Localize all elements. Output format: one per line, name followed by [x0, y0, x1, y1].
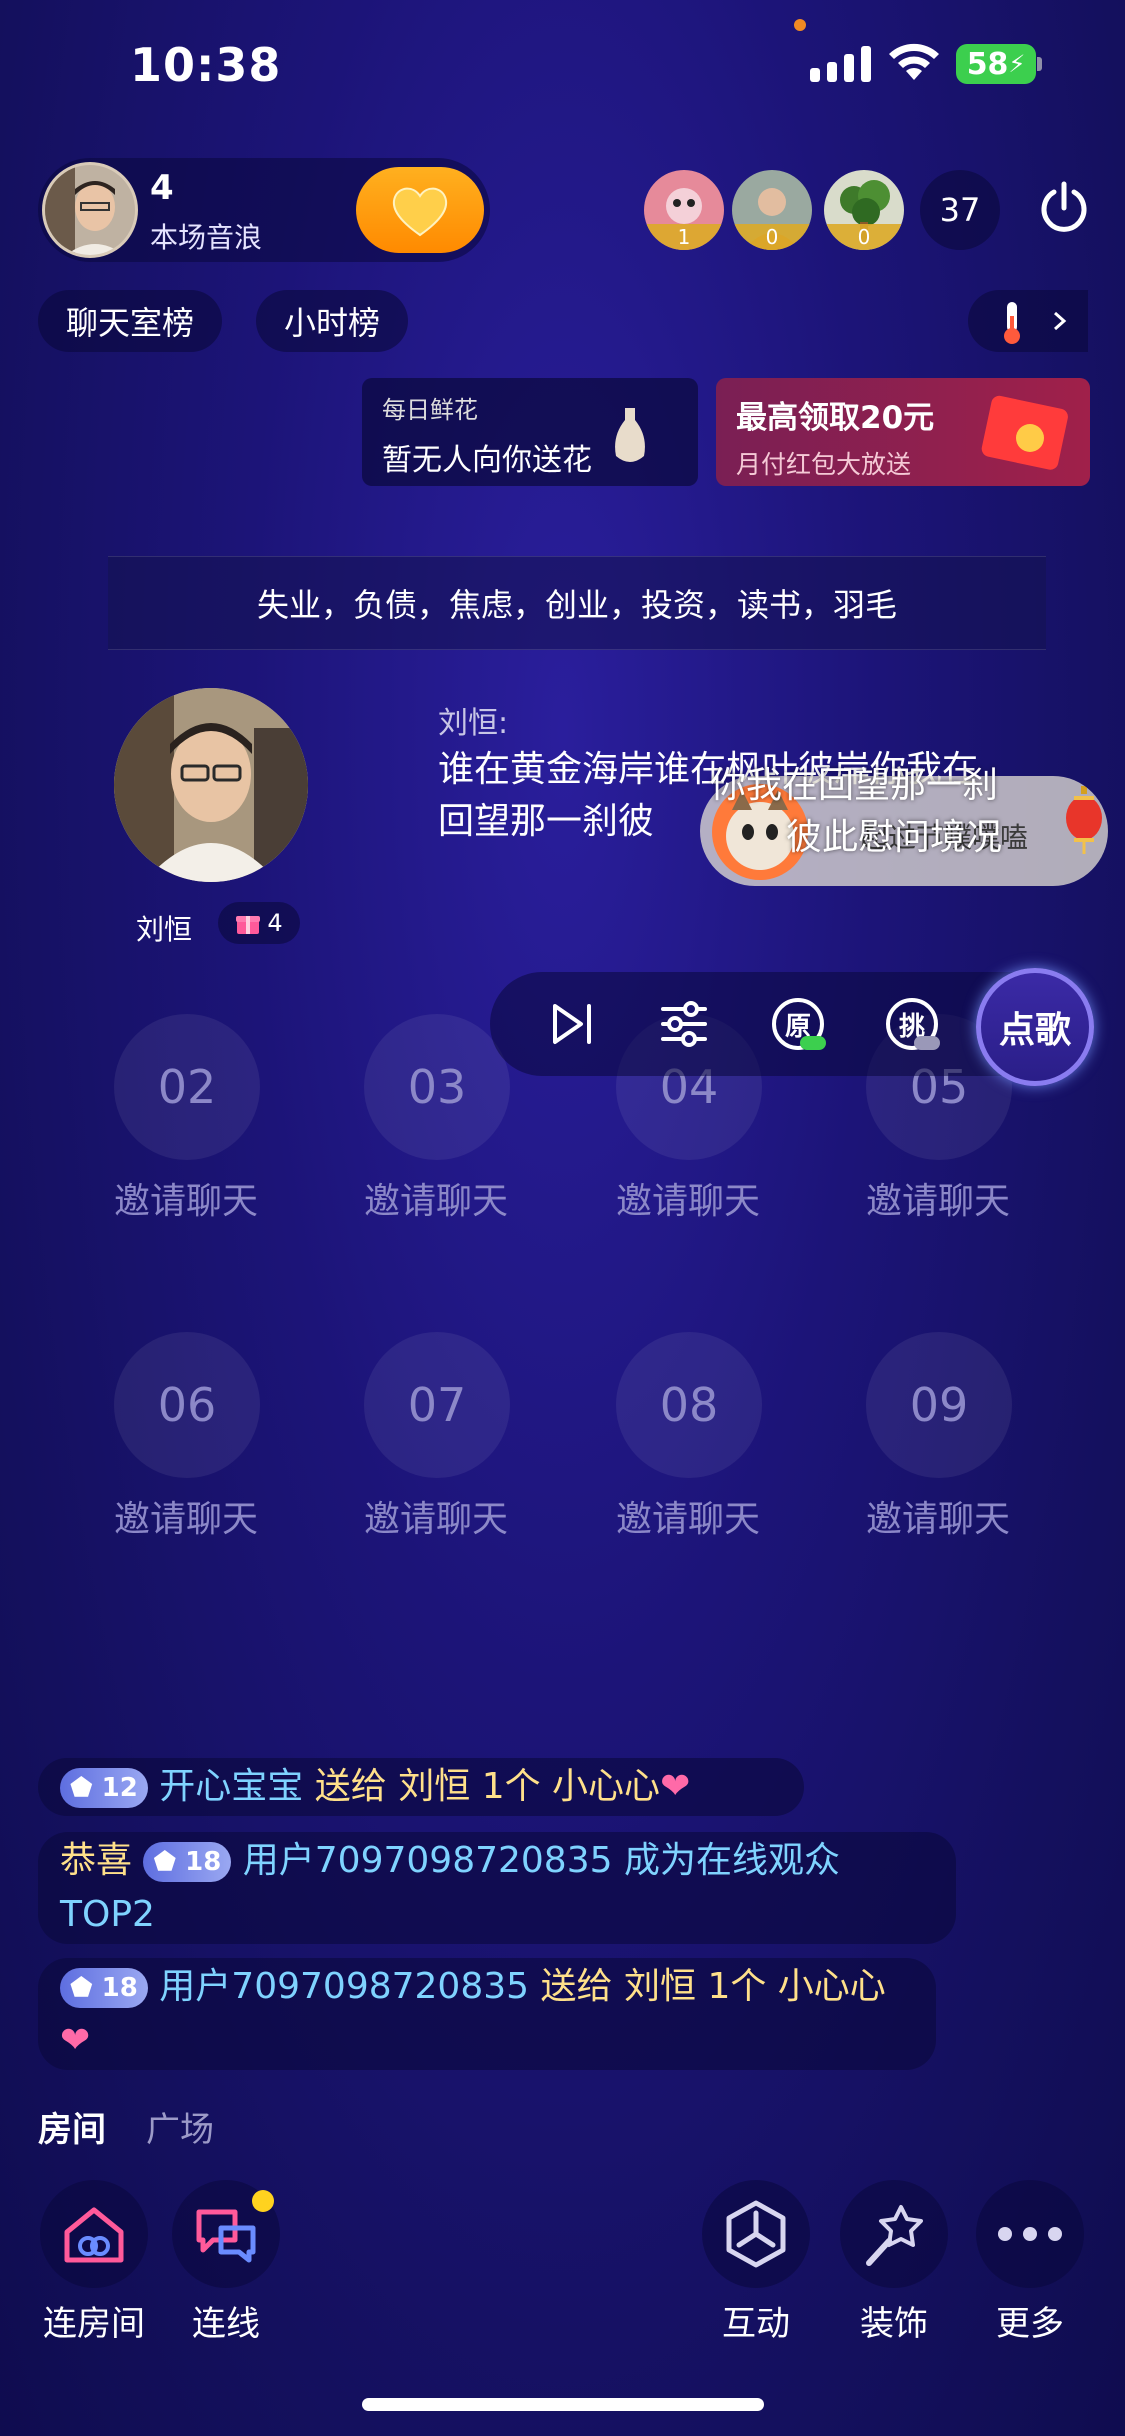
chat-message[interactable]: ⬟ 18 用户7097098720835 送给 刘恒 1个 小心心 ❤: [38, 1958, 936, 2070]
seat-03-label[interactable]: 邀请聊天: [336, 1172, 536, 1224]
cellular-signal-icon: [810, 42, 871, 82]
lantern-icon: [1066, 786, 1102, 854]
skip-next-icon: [553, 1004, 591, 1044]
viewer-rank-badge: 0: [824, 224, 904, 250]
message-username[interactable]: 用户7097098720835: [243, 1840, 613, 1881]
original-vocal-toggle[interactable]: 原: [770, 996, 826, 1052]
follow-heart-button[interactable]: [356, 167, 484, 253]
connect-line-label: 连线: [192, 2304, 260, 2344]
seat-08-label[interactable]: 邀请聊天: [588, 1490, 788, 1542]
connect-room-label: 连房间: [43, 2304, 145, 2344]
heart-gift-icon: ❤: [60, 2020, 91, 2061]
chat-room-rank-chip[interactable]: 聊天室榜: [38, 290, 223, 352]
daily-flower-card[interactable]: 每日鲜花 暂无人向你送花: [362, 378, 698, 486]
room-topic-bar: 失业，负债，焦虑，创业，投资，读书，羽毛: [108, 556, 1046, 650]
interact-button[interactable]: [702, 2180, 810, 2288]
decorate-label: 装饰: [860, 2304, 928, 2344]
battery-cap: [1037, 57, 1042, 71]
red-packet-card[interactable]: 最高领取20元 月付红包大放送: [716, 378, 1090, 486]
seat-05-label[interactable]: 邀请聊天: [838, 1172, 1038, 1224]
hexagon-icon: [726, 2200, 786, 2268]
more-button[interactable]: [976, 2180, 1084, 2288]
chat-message[interactable]: ⬟ 12 开心宝宝 送给 刘恒 1个 小心心❤: [38, 1758, 804, 1816]
seat-03[interactable]: 03: [364, 1014, 510, 1160]
seat-06-label[interactable]: 邀请聊天: [86, 1490, 286, 1542]
message-target: 刘恒: [623, 1966, 696, 2007]
tab-room[interactable]: 房间: [38, 2102, 106, 2151]
heat-meter-chip[interactable]: [968, 290, 1088, 352]
singer-gift-count: 4: [267, 909, 283, 937]
host-avatar[interactable]: [42, 162, 138, 258]
user-level-badge: ⬟ 18: [143, 1842, 232, 1882]
message-gift: 1个 小心心: [707, 1966, 886, 2007]
thermometer-icon: [1004, 302, 1020, 344]
chat-message[interactable]: 恭喜 ⬟ 18 用户7097098720835 成为在线观众TOP2: [38, 1832, 956, 1944]
privacy-indicator-dot: [794, 19, 806, 31]
heart-gift-icon: ❤: [660, 1766, 691, 1807]
message-action: 送给: [314, 1766, 387, 1807]
message-gift: 1个 小心心: [481, 1766, 661, 1807]
interact-label: 互动: [722, 2304, 790, 2344]
seat-09-label[interactable]: 邀请聊天: [838, 1490, 1038, 1542]
viewer-rank-badge: 1: [644, 224, 724, 250]
viewer-rank-badge: 0: [732, 224, 812, 250]
message-prefix: 恭喜: [60, 1840, 133, 1881]
tab-square[interactable]: 广场: [146, 2102, 214, 2151]
chevron-right-icon: [1054, 311, 1067, 331]
gift-icon: [236, 916, 261, 934]
connect-room-button[interactable]: [40, 2180, 148, 2288]
seat-02[interactable]: 02: [114, 1014, 260, 1160]
pendant-lyric-text: 你我在回望那一刹 彼此慰问境况: [710, 765, 1003, 858]
pick-song-toggle[interactable]: 挑: [884, 996, 940, 1052]
hourly-rank-chip[interactable]: 小时榜: [256, 290, 409, 352]
viewer-count[interactable]: 37: [920, 170, 1000, 250]
toggle-off-indicator: [914, 1036, 940, 1050]
more-label: 更多: [996, 2304, 1064, 2344]
toggle-on-indicator: [800, 1036, 826, 1050]
seat-08[interactable]: 08: [616, 1332, 762, 1478]
user-level-badge: ⬟ 12: [60, 1768, 148, 1808]
singer-name: 刘恒: [136, 913, 193, 946]
sliders-icon: [661, 1001, 707, 1047]
notification-dot: [252, 2190, 274, 2212]
message-username[interactable]: 用户7097098720835: [159, 1966, 529, 2007]
wifi-icon: [889, 43, 939, 80]
user-level-badge: ⬟ 18: [60, 1968, 148, 2008]
seat-07[interactable]: 07: [364, 1332, 510, 1478]
next-song-button[interactable]: [544, 996, 600, 1052]
sound-settings-button[interactable]: [656, 996, 712, 1052]
battery-indicator: 58 ⚡: [956, 44, 1036, 84]
seat-06[interactable]: 06: [114, 1332, 260, 1478]
chat-bubbles-icon: [196, 2209, 256, 2263]
seat-07-label[interactable]: 邀请聊天: [336, 1490, 536, 1542]
seat-09[interactable]: 09: [866, 1332, 1012, 1478]
power-icon[interactable]: [1036, 180, 1092, 236]
red-envelope-icon: [981, 395, 1068, 470]
magic-wand-icon: [866, 2205, 923, 2266]
vase-icon: [615, 408, 645, 462]
singer-gift-badge: 4: [218, 902, 300, 944]
top-viewer-avatar-3[interactable]: 0: [824, 170, 904, 250]
heart-icon: [392, 187, 448, 237]
message-action: 送给: [540, 1966, 613, 2007]
decorate-button[interactable]: [840, 2180, 948, 2288]
top-viewer-avatar-1[interactable]: 1: [644, 170, 724, 250]
house-link-icon: [64, 2207, 124, 2263]
sound-wave-count: 4: [150, 168, 174, 208]
order-song-button[interactable]: 点歌: [976, 968, 1094, 1086]
seat-04-label[interactable]: 邀请聊天: [588, 1172, 788, 1224]
status-time: 10:38: [130, 38, 282, 92]
singer-avatar[interactable]: [114, 688, 308, 882]
message-target: 刘恒: [398, 1766, 471, 1807]
top-viewer-avatar-2[interactable]: 0: [732, 170, 812, 250]
sound-wave-label: 本场音浪: [150, 221, 263, 254]
lyric-speaker: 刘恒:: [438, 706, 509, 741]
seat-02-label[interactable]: 邀请聊天: [86, 1172, 286, 1224]
home-indicator[interactable]: [362, 2398, 764, 2411]
more-dots-icon: [998, 2227, 1062, 2241]
message-username[interactable]: 开心宝宝: [159, 1766, 303, 1807]
